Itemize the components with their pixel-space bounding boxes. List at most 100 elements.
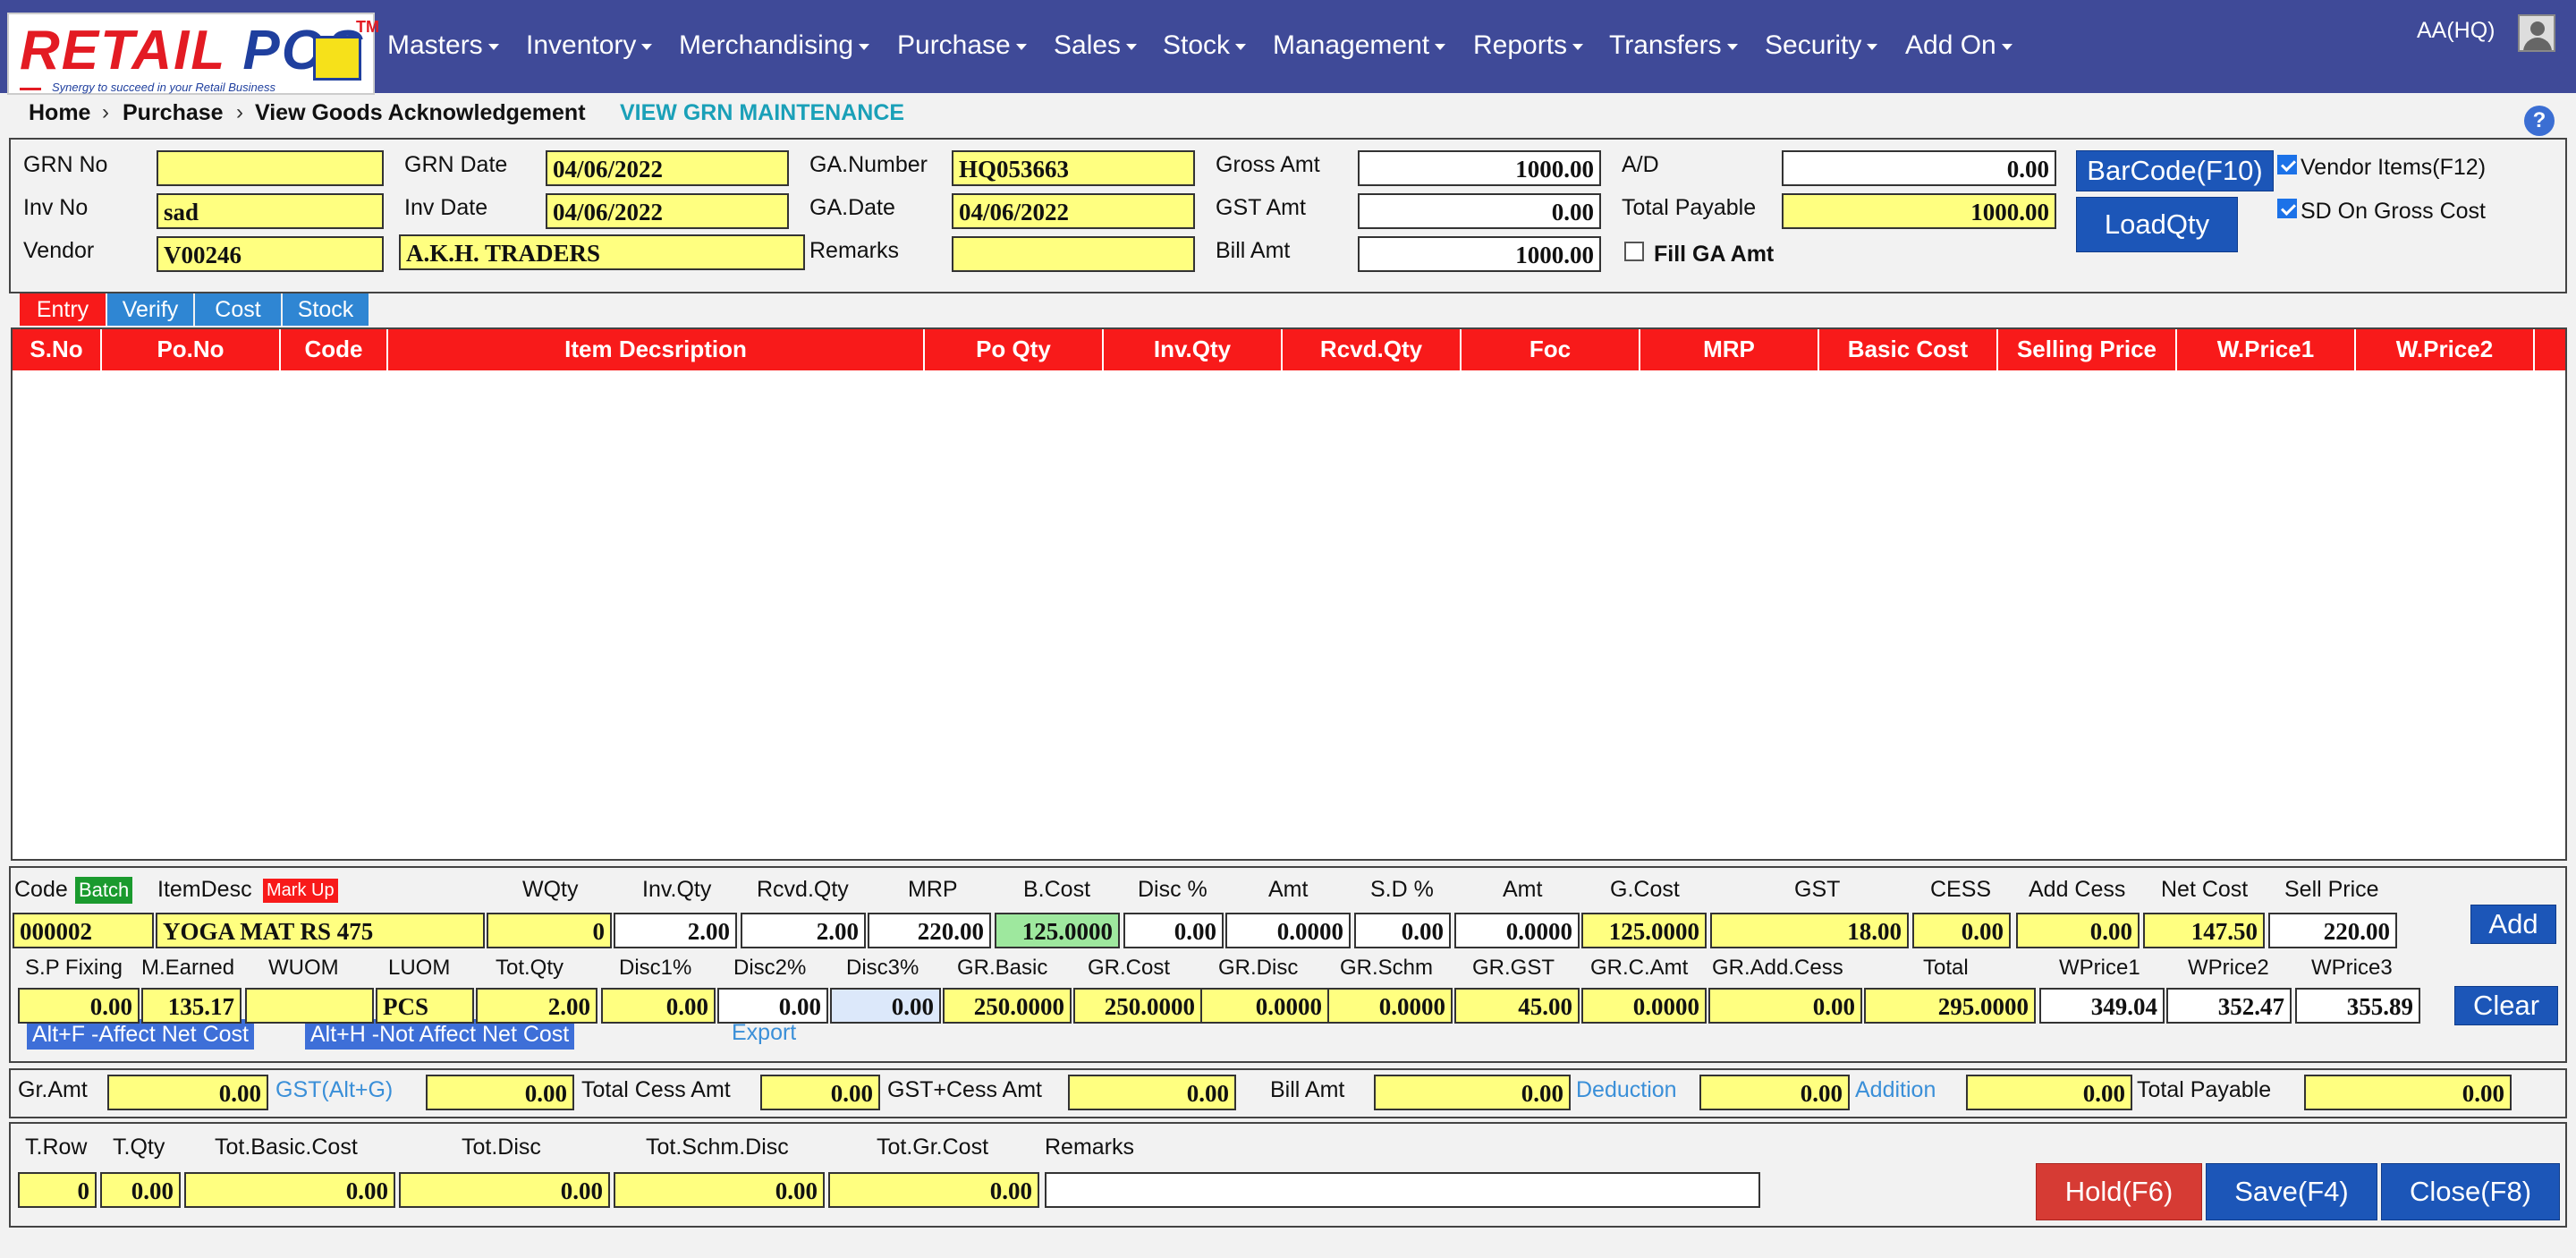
item-luom-field[interactable]: PCS: [376, 988, 474, 1024]
item-add-cess-field[interactable]: 0.00: [2016, 913, 2140, 948]
gross-amt-field[interactable]: 1000.00: [1358, 150, 1601, 186]
gst-field[interactable]: 0.00: [426, 1075, 574, 1110]
item-gr-gst-field[interactable]: 45.00: [1454, 988, 1580, 1024]
menu-merchandising[interactable]: Merchandising: [679, 30, 869, 61]
menu-transfers[interactable]: Transfers: [1609, 30, 1738, 61]
vendor-code-field[interactable]: V00246: [157, 236, 384, 272]
batch-badge[interactable]: Batch: [75, 877, 133, 904]
col-sno[interactable]: S.No: [13, 329, 102, 370]
barcode-button[interactable]: BarCode(F10): [2076, 150, 2274, 191]
total-payable-footer-field[interactable]: 0.00: [2304, 1075, 2512, 1110]
col-inv-qty[interactable]: Inv.Qty: [1104, 329, 1283, 370]
help-icon[interactable]: ?: [2524, 106, 2555, 136]
item-gr-basic-field[interactable]: 250.0000: [943, 988, 1072, 1024]
deduction-field[interactable]: 0.00: [1699, 1075, 1850, 1110]
col-po-no[interactable]: Po.No: [102, 329, 281, 370]
bill-amt-total-field[interactable]: 0.00: [1374, 1075, 1571, 1110]
item-gr-disc-field[interactable]: 0.0000: [1200, 988, 1329, 1024]
item-amt-field[interactable]: 0.0000: [1225, 913, 1351, 948]
total-payable-field[interactable]: 1000.00: [1782, 193, 2056, 229]
item-wuom-field[interactable]: [245, 988, 374, 1024]
col-wprice1[interactable]: W.Price1: [2177, 329, 2356, 370]
item-disc3-field[interactable]: 0.00: [830, 988, 941, 1024]
vendor-items-checkbox[interactable]: [2277, 155, 2297, 174]
item-b-cost-field[interactable]: 125.0000: [995, 913, 1120, 948]
col-wprice2[interactable]: W.Price2: [2356, 329, 2535, 370]
export-link[interactable]: Export: [732, 1020, 796, 1046]
item-net-cost-field[interactable]: 147.50: [2143, 913, 2265, 948]
sd-gross-cost-checkbox[interactable]: [2277, 199, 2297, 218]
user-name[interactable]: AA(HQ): [2417, 18, 2496, 44]
breadcrumb-purchase[interactable]: Purchase: [123, 100, 224, 126]
item-code-field[interactable]: 000002: [13, 913, 154, 948]
vendor-name-field[interactable]: A.K.H. TRADERS: [399, 234, 805, 270]
item-gr-add-cess-field[interactable]: 0.00: [1708, 988, 1862, 1024]
inv-date-field[interactable]: 04/06/2022: [546, 193, 789, 229]
remarks-field[interactable]: [952, 236, 1195, 272]
menu-reports[interactable]: Reports: [1473, 30, 1583, 61]
item-disc1-field[interactable]: 0.00: [601, 988, 716, 1024]
gst-cess-field[interactable]: 0.00: [1068, 1075, 1236, 1110]
item-wprice1-field[interactable]: 349.04: [2039, 988, 2165, 1024]
tab-cost[interactable]: Cost: [195, 293, 281, 326]
item-gst-field[interactable]: 18.00: [1710, 913, 1909, 948]
fill-ga-amt-checkbox[interactable]: [1624, 242, 1644, 261]
menu-masters[interactable]: Masters: [387, 30, 499, 61]
tot-schm-disc-field[interactable]: 0.00: [614, 1172, 825, 1208]
tot-disc-field[interactable]: 0.00: [399, 1172, 610, 1208]
close-button[interactable]: Close(F8): [2381, 1163, 2560, 1220]
col-rcvd-qty[interactable]: Rcvd.Qty: [1283, 329, 1462, 370]
item-wprice2-field[interactable]: 352.47: [2166, 988, 2292, 1024]
save-button[interactable]: Save(F4): [2206, 1163, 2377, 1220]
item-wqty-field[interactable]: 0: [487, 913, 612, 948]
item-wprice3-field[interactable]: 355.89: [2295, 988, 2420, 1024]
grn-date-field[interactable]: 04/06/2022: [546, 150, 789, 186]
item-rcvd-qty-field[interactable]: 2.00: [741, 913, 866, 948]
col-selling-price[interactable]: Selling Price: [1998, 329, 2177, 370]
item-gr-cost-field[interactable]: 250.0000: [1073, 988, 1202, 1024]
col-item-description[interactable]: Item Decsription: [388, 329, 925, 370]
item-total-field[interactable]: 295.0000: [1864, 988, 2036, 1024]
breadcrumb-home[interactable]: Home: [29, 100, 90, 126]
item-disc2-field[interactable]: 0.00: [717, 988, 828, 1024]
ad-field[interactable]: 0.00: [1782, 150, 2056, 186]
t-row-field[interactable]: 0: [18, 1172, 97, 1208]
addition-link[interactable]: Addition: [1855, 1077, 1936, 1103]
menu-add-on[interactable]: Add On: [1905, 30, 2012, 61]
item-inv-qty-field[interactable]: 2.00: [614, 913, 737, 948]
deduction-link[interactable]: Deduction: [1576, 1077, 1677, 1103]
ga-date-field[interactable]: 04/06/2022: [952, 193, 1195, 229]
tab-verify[interactable]: Verify: [107, 293, 193, 326]
tot-basic-cost-field[interactable]: 0.00: [184, 1172, 395, 1208]
tab-stock[interactable]: Stock: [283, 293, 369, 326]
item-sd-pct-field[interactable]: 0.00: [1354, 913, 1451, 948]
items-grid[interactable]: S.No Po.No Code Item Decsription Po Qty …: [11, 327, 2567, 861]
tab-entry[interactable]: Entry: [20, 293, 106, 326]
item-gr-c-amt-field[interactable]: 0.0000: [1581, 988, 1707, 1024]
col-mrp[interactable]: MRP: [1640, 329, 1819, 370]
ga-number-field[interactable]: HQ053663: [952, 150, 1195, 186]
item-g-cost-field[interactable]: 125.0000: [1581, 913, 1707, 948]
item-item-desc-field[interactable]: YOGA MAT RS 475: [156, 913, 485, 948]
tot-gr-cost-field[interactable]: 0.00: [828, 1172, 1039, 1208]
item-disc-pct-field[interactable]: 0.00: [1123, 913, 1224, 948]
item-sp-fixing-field[interactable]: 0.00: [18, 988, 140, 1024]
col-code[interactable]: Code: [281, 329, 388, 370]
view-grn-maintenance-link[interactable]: VIEW GRN MAINTENANCE: [620, 100, 904, 126]
item-gr-schm-field[interactable]: 0.0000: [1327, 988, 1453, 1024]
gst-link[interactable]: GST(Alt+G): [275, 1077, 393, 1103]
menu-inventory[interactable]: Inventory: [526, 30, 652, 61]
gst-amt-field[interactable]: 0.00: [1358, 193, 1601, 229]
markup-badge[interactable]: Mark Up: [263, 879, 338, 903]
item-sell-price-field[interactable]: 220.00: [2268, 913, 2397, 948]
menu-security[interactable]: Security: [1765, 30, 1877, 61]
footer-remarks-field[interactable]: [1045, 1172, 1760, 1208]
menu-purchase[interactable]: Purchase: [897, 30, 1027, 61]
bill-amt-field[interactable]: 1000.00: [1358, 236, 1601, 272]
item-sd-amt-field[interactable]: 0.0000: [1454, 913, 1580, 948]
item-cess-field[interactable]: 0.00: [1912, 913, 2011, 948]
item-m-earned-field[interactable]: 135.17: [141, 988, 242, 1024]
add-button[interactable]: Add: [2470, 905, 2556, 944]
load-qty-button[interactable]: LoadQty: [2076, 197, 2238, 252]
item-tot-qty-field[interactable]: 2.00: [476, 988, 597, 1024]
